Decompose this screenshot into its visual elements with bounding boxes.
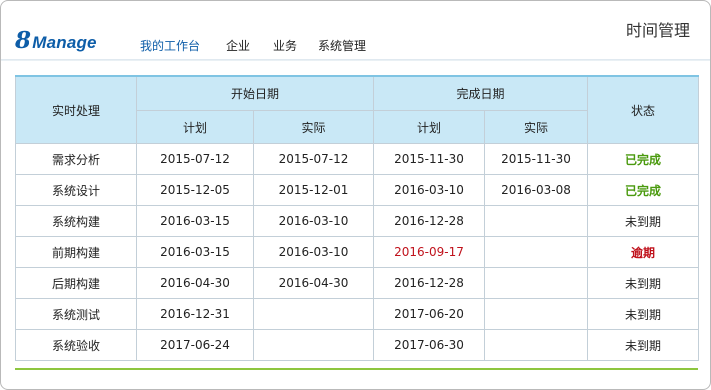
status-badge: 已完成 bbox=[587, 174, 700, 206]
task-name: 系统测试 bbox=[15, 298, 137, 330]
col-header-status: 状态 bbox=[587, 75, 700, 144]
schedule-table: 实时处理 开始日期 完成日期 状态 计划 实际 计划 实际 需求分析 2015-… bbox=[15, 75, 700, 361]
table-row: 前期构建 2016-03-15 2016-03-10 2016-09-17 逾期 bbox=[15, 236, 700, 268]
start-actual: 2016-04-30 bbox=[252, 267, 375, 299]
task-name: 系统构建 bbox=[15, 205, 137, 237]
col-header-task: 实时处理 bbox=[15, 75, 137, 144]
col-group-start-date: 开始日期 bbox=[135, 75, 375, 111]
status-badge: 逾期 bbox=[587, 236, 700, 268]
brand-logo[interactable]: 8Manage bbox=[15, 27, 97, 54]
end-actual: 2016-03-08 bbox=[484, 174, 589, 206]
nav-item-workbench[interactable]: 我的工作台 bbox=[140, 37, 200, 54]
start-planned: 2016-03-15 bbox=[136, 205, 254, 237]
end-planned: 2015-11-30 bbox=[373, 143, 486, 175]
col-header-start-actual: 实际 bbox=[252, 110, 375, 144]
start-actual: 2016-03-10 bbox=[252, 236, 375, 268]
end-planned: 2016-03-10 bbox=[373, 174, 486, 206]
table-row: 系统构建 2016-03-15 2016-03-10 2016-12-28 未到… bbox=[15, 205, 700, 237]
nav-item-system-admin[interactable]: 系统管理 bbox=[318, 37, 366, 54]
start-actual bbox=[252, 298, 375, 330]
nav-item-business[interactable]: 业务 bbox=[273, 37, 297, 54]
table-bottom-accent bbox=[15, 368, 698, 370]
start-planned: 2017-06-24 bbox=[136, 329, 254, 361]
col-header-start-planned: 计划 bbox=[136, 110, 254, 144]
col-header-end-actual: 实际 bbox=[484, 110, 589, 144]
status-badge: 已完成 bbox=[587, 143, 700, 175]
end-actual: 2015-11-30 bbox=[484, 143, 589, 175]
end-actual bbox=[484, 267, 589, 299]
table-row: 需求分析 2015-07-12 2015-07-12 2015-11-30 20… bbox=[15, 143, 700, 175]
task-name: 系统设计 bbox=[15, 174, 137, 206]
start-planned: 2016-04-30 bbox=[136, 267, 254, 299]
table-row: 系统验收 2017-06-24 2017-06-30 未到期 bbox=[15, 329, 700, 361]
end-actual bbox=[484, 298, 589, 330]
col-header-end-planned: 计划 bbox=[373, 110, 486, 144]
task-name: 前期构建 bbox=[15, 236, 137, 268]
status-badge: 未到期 bbox=[587, 298, 700, 330]
nav-item-enterprise[interactable]: 企业 bbox=[226, 37, 250, 54]
col-group-end-date: 完成日期 bbox=[373, 75, 589, 111]
table-row: 系统测试 2016-12-31 2017-06-20 未到期 bbox=[15, 298, 700, 330]
status-badge: 未到期 bbox=[587, 267, 700, 299]
table-row: 系统设计 2015-12-05 2015-12-01 2016-03-10 20… bbox=[15, 174, 700, 206]
end-planned: 2016-12-28 bbox=[373, 267, 486, 299]
app-window: 8Manage 我的工作台 企业 业务 系统管理 时间管理 实时处理 开始日期 … bbox=[0, 0, 711, 390]
logo-wordmark: Manage bbox=[32, 33, 97, 52]
end-actual bbox=[484, 205, 589, 237]
table-row: 后期构建 2016-04-30 2016-04-30 2016-12-28 未到… bbox=[15, 267, 700, 299]
start-planned: 2016-03-15 bbox=[136, 236, 254, 268]
end-actual bbox=[484, 329, 589, 361]
logo-digit: 8 bbox=[15, 27, 32, 54]
start-planned: 2015-07-12 bbox=[136, 143, 254, 175]
start-actual: 2015-12-01 bbox=[252, 174, 375, 206]
start-planned: 2016-12-31 bbox=[136, 298, 254, 330]
end-planned: 2017-06-20 bbox=[373, 298, 486, 330]
header-divider bbox=[1, 59, 710, 61]
start-actual: 2015-07-12 bbox=[252, 143, 375, 175]
status-badge: 未到期 bbox=[587, 329, 700, 361]
task-name: 后期构建 bbox=[15, 267, 137, 299]
task-name: 需求分析 bbox=[15, 143, 137, 175]
start-actual bbox=[252, 329, 375, 361]
end-planned: 2016-12-28 bbox=[373, 205, 486, 237]
task-name: 系统验收 bbox=[15, 329, 137, 361]
end-planned: 2016-09-17 bbox=[373, 236, 486, 268]
end-actual bbox=[484, 236, 589, 268]
page-title: 时间管理 bbox=[625, 21, 690, 40]
start-planned: 2015-12-05 bbox=[136, 174, 254, 206]
status-badge: 未到期 bbox=[587, 205, 700, 237]
start-actual: 2016-03-10 bbox=[252, 205, 375, 237]
end-planned: 2017-06-30 bbox=[373, 329, 486, 361]
